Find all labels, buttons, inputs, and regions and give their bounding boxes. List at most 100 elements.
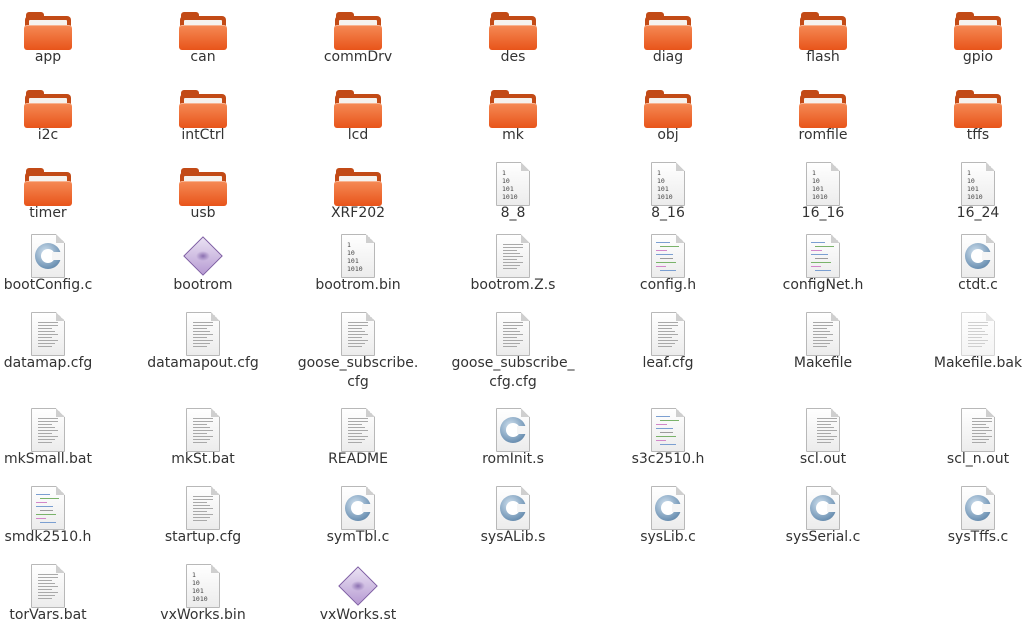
binary-glyph-line: 1010 bbox=[502, 193, 518, 201]
file-item-datamap-cfg[interactable]: datamap.cfg bbox=[0, 310, 123, 382]
file-item-tffs[interactable]: tffs bbox=[903, 82, 1033, 154]
file-item-diag[interactable]: diag bbox=[593, 4, 743, 76]
file-name-label: lcd bbox=[347, 127, 369, 143]
file-name-label: datamapout.cfg bbox=[147, 355, 259, 371]
text-file-icon bbox=[186, 312, 220, 356]
file-item-systffs-c[interactable]: sysTffs.c bbox=[903, 484, 1033, 556]
text-file-icon bbox=[651, 312, 685, 356]
header-file-icon bbox=[806, 234, 840, 278]
file-name-label: leaf.cfg bbox=[642, 355, 694, 371]
file-item-mksmall-bat[interactable]: mkSmall.bat bbox=[0, 406, 123, 478]
text-file-icon bbox=[341, 312, 375, 356]
file-item-app[interactable]: app bbox=[0, 4, 123, 76]
file-name-label: sysSerial.c bbox=[785, 529, 861, 545]
file-item-readme[interactable]: README bbox=[283, 406, 433, 478]
file-item-bootrom-z-s[interactable]: bootrom.Z.s bbox=[438, 232, 588, 304]
binary-glyph-line: 1 bbox=[502, 169, 506, 177]
file-item-usb[interactable]: usb bbox=[128, 160, 278, 232]
file-item-makefile-bak[interactable]: Makefile.bak bbox=[903, 310, 1033, 382]
file-name-label: XRF202 bbox=[330, 205, 386, 221]
file-item-datamapout-cfg[interactable]: datamapout.cfg bbox=[128, 310, 278, 382]
file-item-bootrom-bin[interactable]: 1 10 101 1010 bootrom.bin bbox=[283, 232, 433, 304]
file-name-label: configNet.h bbox=[782, 277, 864, 293]
file-item-timer[interactable]: timer bbox=[0, 160, 123, 232]
c-source-file-icon bbox=[806, 486, 840, 530]
file-item-commdrv[interactable]: commDrv bbox=[283, 4, 433, 76]
binary-file-icon: 1 10 101 1010 bbox=[496, 162, 530, 206]
file-item-goose-subscribe-cfg[interactable]: goose_subscribe. cfg bbox=[283, 310, 433, 390]
file-name-label: des bbox=[500, 49, 526, 65]
file-name-label-line: goose_subscribe_ bbox=[451, 355, 575, 371]
file-item-ctdt-c[interactable]: ctdt.c bbox=[903, 232, 1033, 304]
file-item-scl-out[interactable]: scl.out bbox=[748, 406, 898, 478]
binary-file-icon: 1 10 101 1010 bbox=[186, 564, 220, 608]
file-item-8-8[interactable]: 1 10 101 1010 8_8 bbox=[438, 160, 588, 232]
file-item-sysserial-c[interactable]: sysSerial.c bbox=[748, 484, 898, 556]
file-name-label: scl_n.out bbox=[946, 451, 1010, 467]
file-item-i2c[interactable]: i2c bbox=[0, 82, 123, 154]
file-name-label: scl.out bbox=[799, 451, 847, 467]
file-item-bootconfig-c[interactable]: bootConfig.c bbox=[0, 232, 123, 304]
folder-icon bbox=[489, 88, 537, 128]
file-item-syslib-c[interactable]: sysLib.c bbox=[593, 484, 743, 556]
c-source-file-icon bbox=[496, 486, 530, 530]
file-item-des[interactable]: des bbox=[438, 4, 588, 76]
file-item-leaf-cfg[interactable]: leaf.cfg bbox=[593, 310, 743, 382]
binary-glyph-line: 101 bbox=[347, 257, 359, 265]
file-name-label: romfile bbox=[798, 127, 848, 143]
file-item-bootrom[interactable]: bootrom bbox=[128, 232, 278, 304]
file-name-label: goose_subscribe_ cfg.cfg bbox=[438, 354, 588, 392]
file-item-vxworks-st[interactable]: vxWorks.st bbox=[283, 562, 433, 634]
folder-icon bbox=[799, 88, 847, 128]
file-name-label-line: cfg bbox=[347, 374, 369, 390]
binary-glyph-line: 1 bbox=[967, 169, 971, 177]
header-file-icon bbox=[651, 234, 685, 278]
file-item-8-16[interactable]: 1 10 101 1010 8_16 bbox=[593, 160, 743, 232]
executable-icon bbox=[183, 236, 223, 276]
file-item-torvars-bat[interactable]: torVars.bat bbox=[0, 562, 123, 634]
binary-glyph-line: 10 bbox=[192, 579, 200, 587]
file-item-symtbl-c[interactable]: symTbl.c bbox=[283, 484, 433, 556]
file-item-s3c2510-h[interactable]: s3c2510.h bbox=[593, 406, 743, 478]
file-item-smdk2510-h[interactable]: smdk2510.h bbox=[0, 484, 123, 556]
file-item-sysalib-s[interactable]: sysALib.s bbox=[438, 484, 588, 556]
file-name-label: bootConfig.c bbox=[3, 277, 93, 293]
file-item-can[interactable]: can bbox=[128, 4, 278, 76]
file-item-startup-cfg[interactable]: startup.cfg bbox=[128, 484, 278, 556]
file-name-label: config.h bbox=[639, 277, 697, 293]
file-item-16-16[interactable]: 1 10 101 1010 16_16 bbox=[748, 160, 898, 232]
binary-file-icon: 1 10 101 1010 bbox=[341, 234, 375, 278]
binary-glyph-line: 1010 bbox=[347, 265, 363, 273]
file-name-label: sysTffs.c bbox=[947, 529, 1009, 545]
folder-icon bbox=[489, 10, 537, 50]
folder-icon bbox=[334, 166, 382, 206]
file-name-label: torVars.bat bbox=[9, 607, 87, 623]
file-item-16-24[interactable]: 1 10 101 1010 16_24 bbox=[903, 160, 1033, 232]
file-item-lcd[interactable]: lcd bbox=[283, 82, 433, 154]
file-name-label: bootrom bbox=[173, 277, 233, 293]
file-item-romfile[interactable]: romfile bbox=[748, 82, 898, 154]
file-item-confignet-h[interactable]: configNet.h bbox=[748, 232, 898, 304]
file-name-label: diag bbox=[652, 49, 684, 65]
file-item-obj[interactable]: obj bbox=[593, 82, 743, 154]
file-item-mk[interactable]: mk bbox=[438, 82, 588, 154]
file-name-label: vxWorks.st bbox=[319, 607, 397, 623]
file-item-config-h[interactable]: config.h bbox=[593, 232, 743, 304]
file-item-flash[interactable]: flash bbox=[748, 4, 898, 76]
file-item-makefile[interactable]: Makefile bbox=[748, 310, 898, 382]
file-item-mkst-bat[interactable]: mkSt.bat bbox=[128, 406, 278, 478]
file-name-label: mk bbox=[502, 127, 524, 143]
file-name-label: romInit.s bbox=[482, 451, 544, 467]
file-item-intctrl[interactable]: intCtrl bbox=[128, 82, 278, 154]
folder-icon bbox=[644, 10, 692, 50]
file-item-gpio[interactable]: gpio bbox=[903, 4, 1033, 76]
file-item-goose-subscribe-cfg-cfg[interactable]: goose_subscribe_ cfg.cfg bbox=[438, 310, 588, 390]
folder-icon bbox=[24, 10, 72, 50]
file-name-label: bootrom.bin bbox=[315, 277, 401, 293]
binary-glyph-line: 10 bbox=[812, 177, 820, 185]
file-item-scl-n-out[interactable]: scl_n.out bbox=[903, 406, 1033, 478]
file-item-xrf202[interactable]: XRF202 bbox=[283, 160, 433, 232]
file-item-rominit-s[interactable]: romInit.s bbox=[438, 406, 588, 478]
file-name-label: 8_16 bbox=[651, 205, 685, 221]
file-item-vxworks-bin[interactable]: 1 10 101 1010 vxWorks.bin bbox=[128, 562, 278, 634]
